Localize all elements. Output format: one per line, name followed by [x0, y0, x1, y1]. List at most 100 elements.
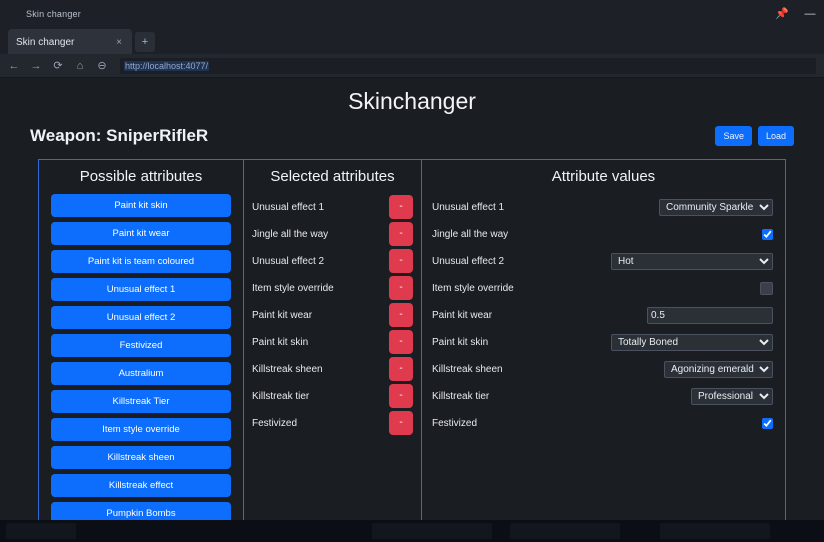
possible-attributes-title: Possible attributes	[79, 168, 203, 185]
attribute-value-label: Unusual effect 2	[432, 255, 505, 267]
possible-attribute-button[interactable]: Paint kit wear	[51, 222, 231, 245]
attribute-value-label: Festivized	[432, 417, 478, 429]
attributes-panels: Possible attributes Paint kit skin Paint …	[38, 159, 786, 520]
selected-attribute-label: Killstreak sheen	[252, 363, 323, 375]
remove-attribute-button[interactable]: -	[389, 195, 413, 219]
selected-attribute-label: Item style override	[252, 282, 334, 294]
remove-attribute-button[interactable]: -	[389, 249, 413, 273]
weapon-name-label: Weapon: SniperRifleR	[30, 126, 209, 145]
attribute-values-list: Unusual effect 1 Community Sparkle Jingle …	[422, 194, 785, 436]
url-text: http://localhost:4077/	[124, 60, 210, 71]
selected-attribute-row: Killstreak sheen -	[252, 356, 413, 382]
possible-attribute-button[interactable]: Pumpkin Bombs	[51, 502, 231, 520]
home-icon[interactable]: ⌂	[74, 60, 86, 72]
taskbar-item[interactable]	[660, 523, 770, 539]
possible-attribute-button[interactable]: Item style override	[51, 418, 231, 441]
possible-attribute-button[interactable]: Killstreak sheen	[51, 446, 231, 469]
selected-attribute-row: Unusual effect 2 -	[252, 248, 413, 274]
selected-attribute-label: Unusual effect 1	[252, 201, 325, 213]
attribute-values-column: Attribute values Unusual effect 1 Communi…	[422, 160, 785, 520]
attribute-value-label: Item style override	[432, 282, 514, 294]
attribute-value-select[interactable]: Community Sparkle	[659, 198, 773, 216]
close-icon[interactable]: ×	[114, 37, 124, 48]
attribute-value-label: Jingle all the way	[432, 228, 509, 240]
taskbar-item[interactable]	[372, 523, 492, 539]
attribute-value-row: Jingle all the way	[432, 221, 773, 247]
window-titlebar: Skin changer 📌 —	[0, 0, 824, 28]
selected-attribute-row: Festivized -	[252, 410, 413, 436]
back-icon[interactable]: ←	[8, 60, 20, 72]
taskbar-item[interactable]	[6, 523, 76, 539]
remove-attribute-button[interactable]: -	[389, 330, 413, 354]
attribute-values-title: Attribute values	[551, 168, 656, 185]
attribute-value-control: Totally Boned	[611, 333, 773, 351]
selected-attribute-row: Unusual effect 1 -	[252, 194, 413, 220]
attribute-value-label: Killstreak sheen	[432, 363, 503, 375]
attribute-value-control: Hot	[611, 252, 773, 270]
selected-attribute-row: Jingle all the way -	[252, 221, 413, 247]
selected-attributes-title: Selected attributes	[270, 168, 395, 185]
attribute-value-label: Paint kit wear	[432, 309, 493, 321]
address-bar[interactable]: http://localhost:4077/	[120, 57, 816, 74]
reload-icon[interactable]: ⟳	[52, 59, 64, 72]
attribute-value-row: Paint kit skin Totally Boned	[432, 329, 773, 355]
load-button[interactable]: Load	[757, 126, 794, 146]
remove-attribute-button[interactable]: -	[389, 384, 413, 408]
attribute-value-text-input[interactable]	[647, 306, 773, 324]
possible-attribute-button[interactable]: Unusual effect 2	[51, 306, 231, 329]
window-title: Skin changer	[26, 9, 81, 19]
attribute-value-control	[762, 228, 773, 240]
possible-attribute-button[interactable]: Australium	[51, 362, 231, 385]
forward-icon[interactable]: →	[30, 60, 42, 72]
attribute-value-select[interactable]: Hot	[611, 252, 773, 270]
tabstrip: Skin changer × +	[0, 28, 824, 54]
possible-attribute-button[interactable]: Unusual effect 1	[51, 278, 231, 301]
minimize-button[interactable]: —	[802, 8, 818, 20]
weapon-row: Weapon: SniperRifleR Save Load	[0, 119, 824, 153]
possible-attribute-button[interactable]: Killstreak Tier	[51, 390, 231, 413]
selected-attributes-list: Unusual effect 1- Jingle all the way - Unus…	[244, 194, 421, 436]
tab-skin-changer[interactable]: Skin changer ×	[8, 29, 132, 54]
attribute-value-row: Festivized	[432, 410, 773, 436]
attribute-value-select[interactable]: Professional	[691, 387, 773, 405]
pin-icon[interactable]: 📌	[774, 8, 790, 20]
remove-attribute-button[interactable]: -	[389, 411, 413, 435]
attribute-value-number-input[interactable]	[760, 281, 773, 295]
save-button[interactable]: Save	[715, 126, 752, 146]
attribute-value-row: Unusual effect 2 Hot	[432, 248, 773, 274]
attribute-value-checkbox[interactable]	[762, 417, 773, 429]
possible-attribute-button[interactable]: Paint kit skin	[51, 194, 231, 217]
attribute-value-select[interactable]: Totally Boned	[611, 333, 773, 351]
browser-window: Skin changer 📌 — Skin changer × + ← → ⟳ …	[0, 0, 824, 520]
os-taskbar	[0, 520, 824, 542]
attribute-value-control: Professional	[691, 387, 773, 405]
selected-attribute-row: Paint kit skin -	[252, 329, 413, 355]
attribute-value-row: Killstreak sheen Agonizing emerald	[432, 356, 773, 382]
selected-attribute-label: Unusual effect 2	[252, 255, 325, 267]
possible-attribute-button[interactable]: Festivized	[51, 334, 231, 357]
page-content: Skinchanger Weapon: SniperRifleR Save Lo…	[0, 78, 824, 520]
selected-attribute-row: Paint kit wear -	[252, 302, 413, 328]
shield-icon[interactable]: ⊖	[96, 59, 108, 72]
remove-attribute-button[interactable]: -	[389, 357, 413, 381]
attribute-value-label: Unusual effect 1	[432, 201, 505, 213]
window-controls: 📌 —	[774, 0, 818, 28]
possible-attributes-column: Possible attributes Paint kit skin Paint …	[39, 160, 244, 520]
new-tab-button[interactable]: +	[135, 32, 155, 52]
browser-toolbar: ← → ⟳ ⌂ ⊖ http://localhost:4077/	[0, 54, 824, 78]
attribute-value-row: Killstreak tier Professional	[432, 383, 773, 409]
attribute-value-control	[760, 281, 773, 295]
attribute-value-select[interactable]: Agonizing emerald	[664, 360, 773, 378]
remove-attribute-button[interactable]: -	[389, 222, 413, 246]
taskbar-item[interactable]	[510, 523, 620, 539]
possible-attributes-list: Paint kit skin Paint kit wear Paint kit is…	[39, 194, 243, 520]
remove-attribute-button[interactable]: -	[389, 303, 413, 327]
attribute-value-control: Community Sparkle	[659, 198, 773, 216]
possible-attribute-button[interactable]: Paint kit is team coloured	[51, 250, 231, 273]
remove-attribute-button[interactable]: -	[389, 276, 413, 300]
possible-attribute-button[interactable]: Killstreak effect	[51, 474, 231, 497]
selected-attribute-label: Paint kit skin	[252, 336, 309, 348]
attribute-value-checkbox[interactable]	[762, 228, 773, 240]
attribute-value-row: Paint kit wear	[432, 302, 773, 328]
selected-attribute-row: Killstreak tier -	[252, 383, 413, 409]
